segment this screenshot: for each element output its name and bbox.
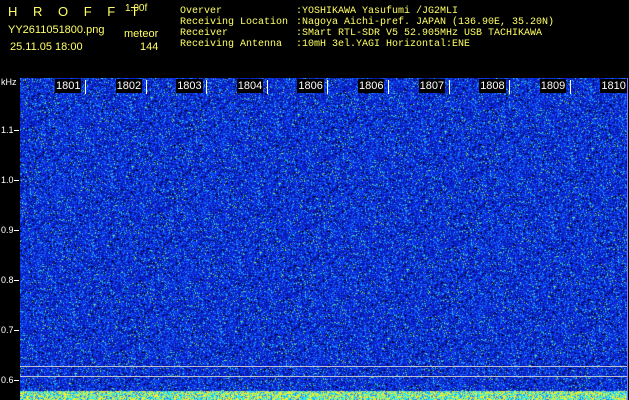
time-tick-mark bbox=[509, 80, 511, 94]
time-label: 1801 bbox=[55, 79, 82, 93]
time-label: 1806 bbox=[358, 79, 385, 93]
plot-border bbox=[627, 78, 628, 400]
time-label: 1808 bbox=[479, 79, 506, 93]
time-tick-mark bbox=[145, 80, 147, 94]
image-filename: YY2611051800.png bbox=[8, 24, 105, 36]
station-row: Receiver :SMart RTL-SDR V5 52.905MHz USB… bbox=[180, 28, 554, 39]
time-tick-mark bbox=[85, 80, 86, 94]
frequency-tick-mark bbox=[14, 130, 19, 131]
frequency-tick-mark bbox=[14, 330, 19, 331]
frequency-tick-mark bbox=[14, 230, 19, 231]
app-version: 1.00f bbox=[125, 3, 148, 14]
station-key: Overver bbox=[180, 6, 223, 17]
time-tick-mark bbox=[327, 80, 329, 94]
station-key: Receiver bbox=[180, 28, 229, 39]
station-row: Receiving Location :Nagoya Aichi-pref. J… bbox=[180, 17, 554, 28]
station-value: :10mH 3el.YAGI Horizontal:ENE bbox=[296, 39, 471, 50]
spectrogram-waterfall[interactable] bbox=[20, 78, 627, 400]
station-row: Receiving Antenna :10mH 3el.YAGI Horizon… bbox=[180, 39, 554, 50]
station-value: :SMart RTL-SDR V5 52.905MHz USB TACHIKAW… bbox=[296, 28, 543, 39]
time-label: 1807 bbox=[418, 79, 446, 93]
station-row: Overver :YOSHIKAWA Yasufumi /JG2MLI bbox=[180, 6, 554, 17]
reference-line bbox=[20, 366, 627, 367]
time-label: 1810 bbox=[600, 79, 627, 93]
frequency-tick-mark bbox=[14, 380, 19, 381]
frequency-tick-mark bbox=[14, 280, 19, 281]
time-label: 1803 bbox=[176, 79, 203, 93]
time-label: 1802 bbox=[115, 79, 143, 93]
datetime-label: 25.11.05 18:00 bbox=[10, 41, 83, 53]
station-value: :Nagoya Aichi-pref. JAPAN (136.90E, 35.2… bbox=[296, 17, 555, 28]
time-label: 1806 bbox=[297, 79, 324, 93]
hrofft-window: H R O F F T 1.00f YY2611051800.png meteo… bbox=[0, 0, 629, 400]
time-tick-mark bbox=[388, 80, 389, 94]
time-label: 1809 bbox=[539, 79, 567, 93]
station-value: :YOSHIKAWA Yasufumi /JG2MLI bbox=[296, 6, 459, 17]
reference-line bbox=[20, 376, 627, 377]
frequency-axis-unit: kHz bbox=[1, 77, 17, 87]
station-info: Overver :YOSHIKAWA Yasufumi /JG2MLI Rece… bbox=[180, 6, 554, 50]
frequency-tick-mark bbox=[14, 180, 19, 181]
time-label: 1804 bbox=[236, 79, 264, 93]
station-key: Receiving Location bbox=[180, 17, 289, 28]
time-tick-mark bbox=[448, 80, 450, 94]
time-tick-mark bbox=[569, 80, 571, 94]
station-key: Receiving Antenna bbox=[180, 39, 283, 50]
time-tick-mark bbox=[266, 80, 268, 94]
count-label: 144 bbox=[140, 41, 159, 53]
mode-label: meteor bbox=[124, 28, 159, 40]
time-tick-mark bbox=[206, 80, 208, 94]
